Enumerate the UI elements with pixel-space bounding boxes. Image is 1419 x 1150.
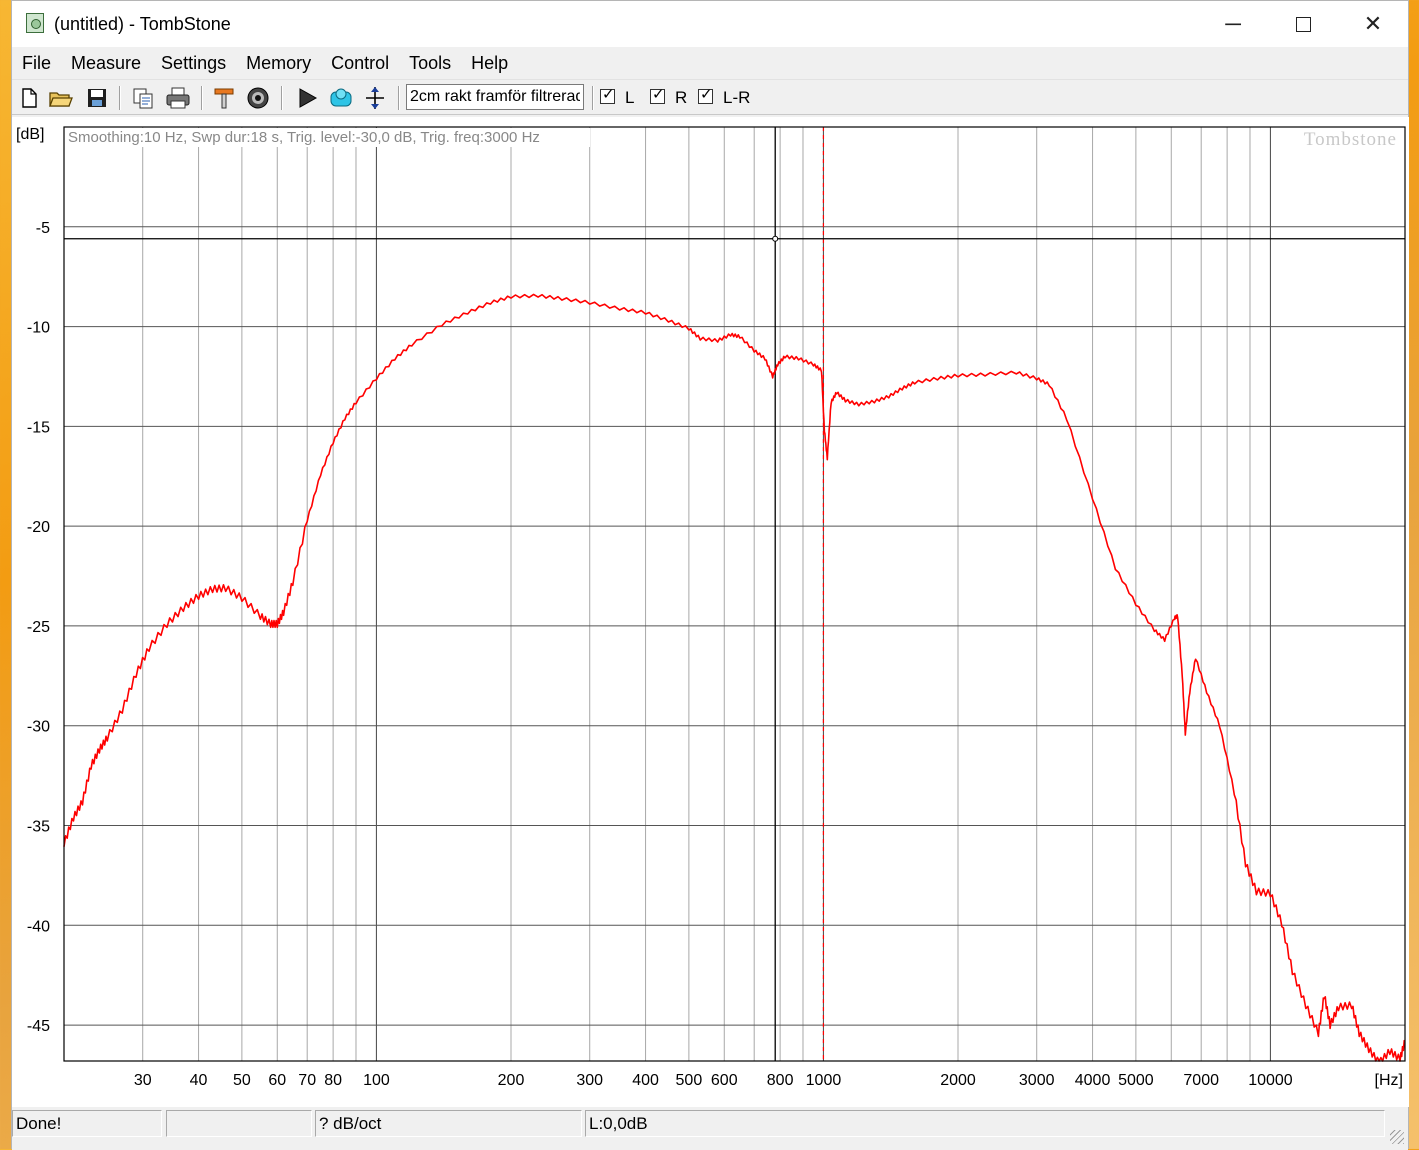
resize-grip[interactable]: [1390, 1130, 1404, 1144]
x-tick-label: 40: [190, 1072, 208, 1089]
y-tick-label: -10: [27, 320, 50, 337]
generator-icon[interactable]: [328, 85, 354, 111]
checkbox-r-label: R: [675, 88, 688, 107]
x-tick-label: 300: [576, 1072, 603, 1089]
close-icon: ✕: [1363, 11, 1383, 36]
menu-help[interactable]: Help: [461, 47, 518, 79]
menu-memory[interactable]: Memory: [236, 47, 321, 79]
checkbox-l-minus-r[interactable]: ✓: [698, 86, 713, 104]
x-tick-label: 7000: [1183, 1072, 1219, 1089]
x-tick-label: 100: [363, 1072, 390, 1089]
menu-control[interactable]: Control: [321, 47, 399, 79]
response-curve: [63, 293, 1406, 1062]
measurement-label-input[interactable]: [406, 84, 584, 110]
y-axis-unit: [dB]: [16, 126, 44, 143]
x-tick-label: 200: [498, 1072, 525, 1089]
copy-icon[interactable]: [130, 85, 156, 111]
menu-file[interactable]: File: [12, 47, 61, 79]
app-window: (untitled) - TombStone ─ ✕ File Measure …: [11, 0, 1409, 1150]
menu-settings[interactable]: Settings: [151, 47, 236, 79]
checkbox-l-label: L: [625, 88, 635, 107]
x-tick-label: 3000: [1019, 1072, 1055, 1089]
x-tick-label: 2000: [940, 1072, 976, 1089]
y-tick-label: -40: [27, 918, 50, 935]
x-axis-unit: [Hz]: [1375, 1072, 1403, 1089]
tombstone-watermark: Tombstone: [1304, 129, 1397, 150]
y-tick-label: -45: [27, 1018, 50, 1035]
record-icon[interactable]: [245, 85, 271, 111]
x-tick-label: 800: [767, 1072, 794, 1089]
tombstone-app-icon: [26, 13, 44, 33]
status-bar: Done! ? dB/oct L:0,0dB: [12, 1107, 1408, 1150]
maximize-icon: [1295, 16, 1311, 32]
open-folder-icon[interactable]: [48, 85, 74, 111]
x-tick-label: 10000: [1248, 1072, 1293, 1089]
maximize-button[interactable]: [1268, 1, 1338, 47]
cursor-point: [772, 235, 779, 242]
frequency-response-plot[interactable]: -5 -10 -15 -20 -25 -30 -35 -40 -45 30 40 50 60 70 80 10…: [12, 117, 1409, 1107]
status-level: L:0,0dB: [585, 1110, 1385, 1137]
save-disk-icon[interactable]: [84, 85, 110, 111]
x-tick-label: 600: [711, 1072, 738, 1089]
menu-bar: File Measure Settings Memory Control Too…: [12, 47, 1408, 79]
minimize-button[interactable]: ─: [1198, 1, 1268, 47]
checkbox-l[interactable]: ✓: [600, 86, 615, 104]
y-tick-label: -15: [27, 419, 50, 436]
y-tick-label: -35: [27, 819, 50, 836]
menu-measure[interactable]: Measure: [61, 47, 151, 79]
x-tick-label: 5000: [1118, 1072, 1154, 1089]
marker-icon[interactable]: [211, 85, 237, 111]
checkbox-r[interactable]: ✓: [650, 86, 665, 104]
plot-frame: [63, 126, 1406, 1062]
calibrate-arrows-icon[interactable]: [362, 85, 388, 111]
close-button[interactable]: ✕: [1338, 1, 1408, 47]
x-tick-label: 1000: [806, 1072, 842, 1089]
x-tick-label: 500: [676, 1072, 703, 1089]
status-slope: ? dB/oct: [315, 1110, 582, 1137]
x-tick-label: 400: [632, 1072, 659, 1089]
new-file-icon[interactable]: [16, 85, 42, 111]
y-tick-label: -30: [27, 719, 50, 736]
x-tick-label: 4000: [1075, 1072, 1111, 1089]
x-tick-label: 80: [324, 1072, 342, 1089]
y-tick-label: -5: [36, 220, 50, 237]
status-message: Done!: [12, 1110, 162, 1137]
x-tick-label: 70: [298, 1072, 316, 1089]
y-tick-label: -25: [27, 619, 50, 636]
title-bar[interactable]: (untitled) - TombStone ─ ✕: [12, 1, 1408, 47]
checkbox-l-minus-r-label: L-R: [723, 88, 751, 107]
menu-tools[interactable]: Tools: [399, 47, 461, 79]
status-empty-panel: [166, 1110, 312, 1137]
print-icon[interactable]: [165, 85, 191, 111]
x-tick-label: 50: [233, 1072, 251, 1089]
window-title: (untitled) - TombStone: [54, 14, 231, 34]
y-tick-label: -20: [27, 519, 50, 536]
x-tick-label: 60: [268, 1072, 286, 1089]
minimize-icon: ─: [1225, 11, 1241, 36]
x-tick-label: 30: [134, 1072, 152, 1089]
measurement-info-text: Smoothing:10 Hz, Swp dur:18 s, Trig. lev…: [68, 129, 540, 146]
play-icon[interactable]: [294, 85, 320, 111]
toolbar: ✓ L ✓ R ✓ L-R: [12, 79, 1408, 115]
